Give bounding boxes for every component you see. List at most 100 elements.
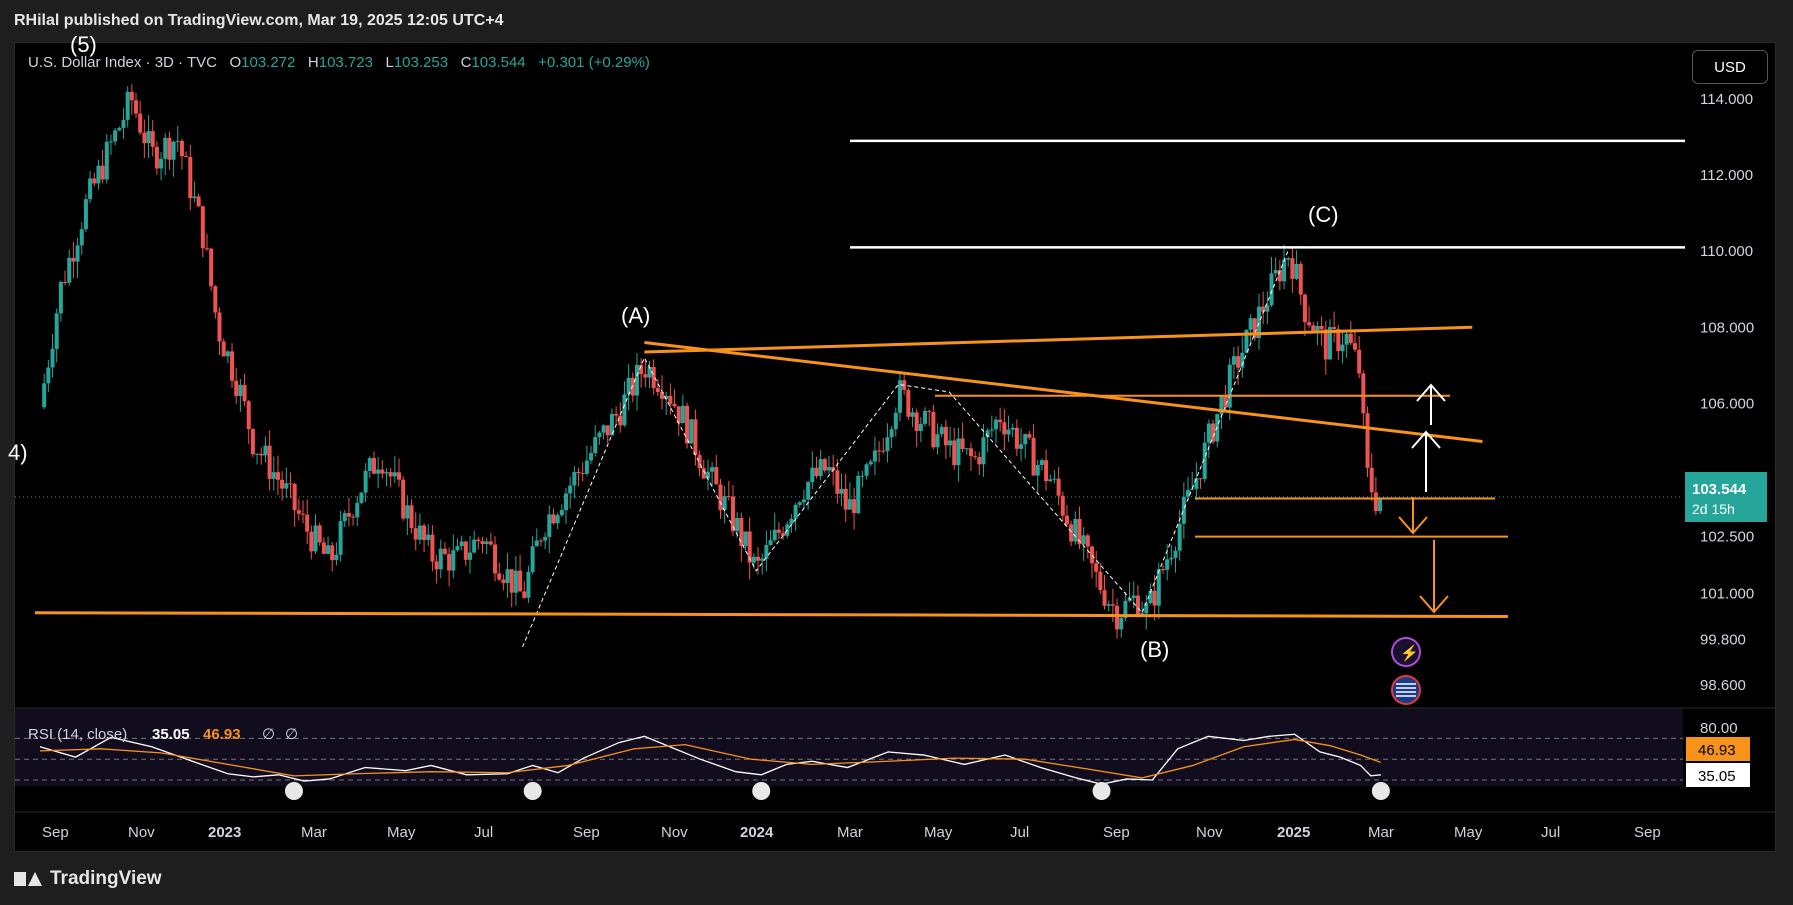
candle-body bbox=[1165, 559, 1170, 570]
candle-body bbox=[693, 419, 698, 456]
candle-body bbox=[213, 286, 218, 313]
candle-body bbox=[1206, 423, 1211, 443]
price-chart-svg[interactable]: (5)4)(A)(B)(C)114.000112.000110.000108.0… bbox=[0, 0, 1793, 905]
candle-body bbox=[1311, 325, 1316, 332]
candle-body bbox=[509, 569, 514, 593]
candle-body bbox=[1294, 263, 1299, 279]
candle-body bbox=[1194, 478, 1199, 489]
candle-body bbox=[718, 484, 723, 511]
candle-body bbox=[513, 570, 518, 593]
candle-body bbox=[146, 131, 151, 144]
us-flag-event-icon[interactable] bbox=[1391, 675, 1421, 705]
rsi-ma-legend-value: 46.93 bbox=[203, 726, 241, 743]
candle-body bbox=[371, 458, 376, 474]
candle-body bbox=[822, 459, 827, 471]
candle-body bbox=[326, 545, 331, 554]
candle-body bbox=[860, 475, 865, 477]
candle-body bbox=[163, 137, 168, 159]
candle-body bbox=[1039, 460, 1044, 465]
candle-body bbox=[835, 470, 840, 494]
rsi-oversold-marker bbox=[1092, 782, 1111, 800]
candle-body bbox=[843, 488, 848, 510]
candle-body bbox=[1332, 327, 1337, 330]
candle-body bbox=[634, 364, 639, 396]
x-tick-label: May bbox=[924, 824, 953, 841]
candle-body bbox=[309, 531, 314, 552]
candle-body bbox=[455, 546, 460, 551]
candle-body bbox=[380, 469, 385, 474]
candle-body bbox=[242, 384, 247, 402]
candle-body bbox=[543, 536, 548, 541]
candle-body bbox=[810, 467, 815, 483]
y-tick-label: 114.000 bbox=[1700, 91, 1753, 108]
candle-body bbox=[772, 529, 777, 541]
candle-body bbox=[442, 548, 447, 554]
candle-body bbox=[409, 505, 414, 529]
y-tick-label: 108.000 bbox=[1700, 319, 1754, 336]
candle-body bbox=[714, 467, 719, 485]
candle-body bbox=[622, 394, 627, 426]
candle-body bbox=[497, 573, 502, 580]
candle-body bbox=[1156, 569, 1161, 606]
rsi-oversold-marker bbox=[752, 782, 771, 800]
candle-body bbox=[217, 312, 222, 342]
currency-button[interactable]: USD bbox=[1692, 50, 1768, 84]
candle-body bbox=[914, 412, 919, 431]
brand-label: TradingView bbox=[50, 868, 162, 889]
candle-body bbox=[388, 472, 393, 477]
footer-bar bbox=[0, 852, 1793, 905]
x-tick-label: Mar bbox=[837, 824, 863, 841]
wave-label-4: (C) bbox=[1308, 202, 1339, 227]
x-tick-label: 2023 bbox=[208, 824, 241, 841]
candle-body bbox=[225, 351, 230, 357]
candle-body bbox=[288, 483, 293, 485]
candle-body bbox=[280, 479, 285, 489]
candle-body bbox=[121, 119, 126, 128]
change-value: +0.301 (+0.29%) bbox=[538, 54, 650, 71]
descending-trendline bbox=[644, 341, 1483, 443]
tradingview-brand[interactable]: TradingView bbox=[14, 868, 162, 890]
candle-body bbox=[209, 248, 214, 287]
high-label: H bbox=[307, 54, 319, 71]
candle-body bbox=[948, 440, 953, 446]
candle-body bbox=[1231, 356, 1236, 365]
candle-body bbox=[877, 450, 882, 452]
x-tick-label: Sep bbox=[1634, 824, 1661, 841]
candle-body bbox=[618, 415, 623, 426]
candle-body bbox=[1069, 524, 1074, 542]
candle-body bbox=[363, 471, 368, 493]
candle-body bbox=[764, 545, 769, 559]
candle-body bbox=[75, 245, 80, 262]
candle-body bbox=[676, 406, 681, 424]
candle-body bbox=[434, 561, 439, 570]
x-tick-label: Sep bbox=[573, 824, 600, 841]
candle-body bbox=[401, 479, 406, 519]
candle-body bbox=[1369, 467, 1374, 493]
candle-body bbox=[1094, 563, 1099, 572]
low-value: 103.253 bbox=[393, 54, 449, 71]
rsi-oversold-marker bbox=[1371, 782, 1390, 800]
x-tick-label: Nov bbox=[128, 824, 155, 841]
candle-body bbox=[125, 91, 130, 120]
candle-body bbox=[893, 412, 898, 430]
candle-body bbox=[259, 453, 264, 456]
rsi-oversold-marker bbox=[284, 782, 303, 800]
candle-body bbox=[301, 513, 306, 515]
candle-body bbox=[484, 541, 489, 545]
candle-body bbox=[1044, 460, 1049, 482]
candle-body bbox=[768, 540, 773, 546]
candle-body bbox=[417, 525, 422, 540]
candle-body bbox=[58, 282, 63, 314]
candle-body bbox=[614, 413, 619, 416]
candle-body bbox=[234, 380, 239, 396]
candle-body bbox=[1307, 322, 1312, 326]
rsi-value-tag-value: 35.05 bbox=[1698, 768, 1736, 785]
candle-body bbox=[918, 423, 923, 431]
candle-body bbox=[781, 532, 786, 536]
candle-body bbox=[1031, 437, 1036, 476]
rsi-y-tick: 80.00 bbox=[1700, 720, 1738, 737]
candle-body bbox=[593, 437, 598, 454]
candle-body bbox=[668, 395, 673, 404]
y-tick-label: 110.000 bbox=[1700, 243, 1753, 260]
candle-body bbox=[1357, 349, 1362, 374]
